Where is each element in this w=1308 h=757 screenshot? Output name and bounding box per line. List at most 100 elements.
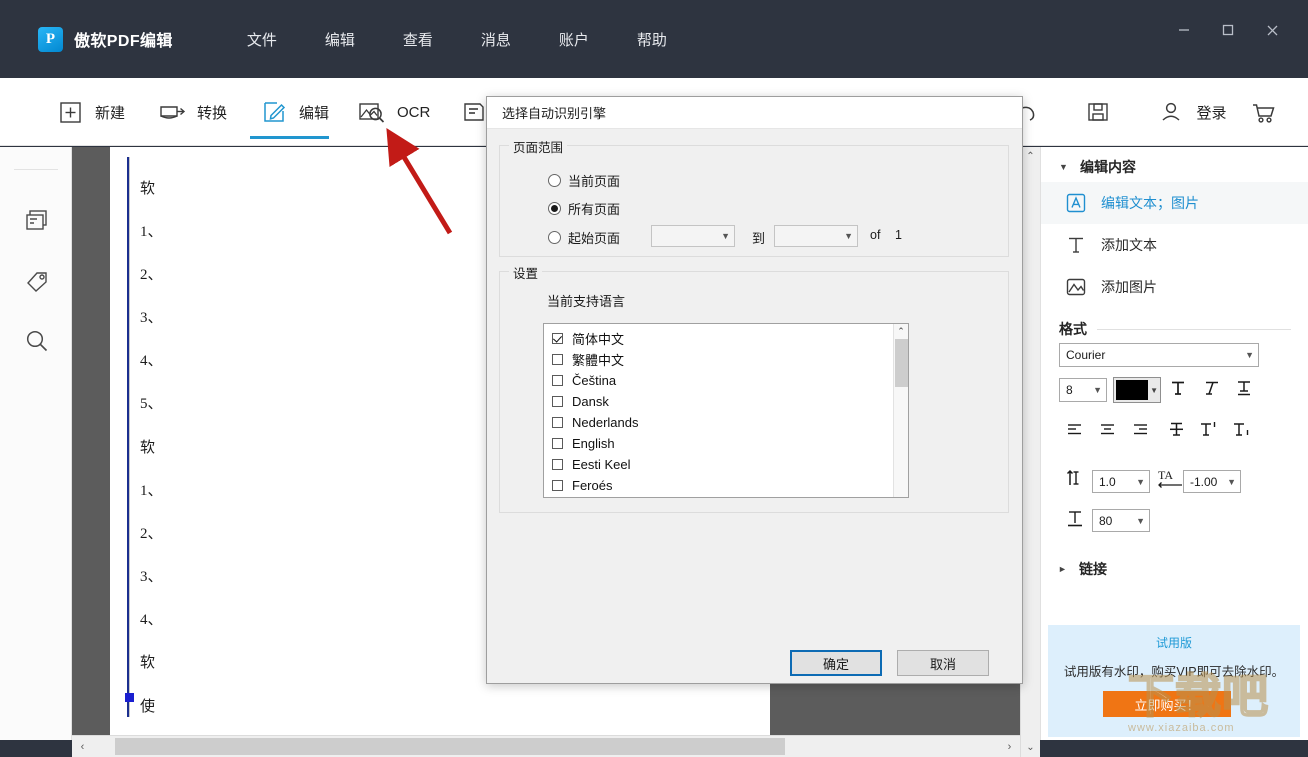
horizontal-scrollbar[interactable]: ‹ › <box>72 735 1020 757</box>
radio-label-page-range: 起始页面 <box>568 228 620 247</box>
vertical-scrollbar[interactable]: ⌃ ⌄ <box>1020 147 1040 757</box>
strikethrough-button[interactable] <box>1161 417 1191 445</box>
radio-all-pages[interactable]: 所有页面 <box>548 199 620 218</box>
window-controls <box>1162 0 1308 60</box>
italic-icon <box>1202 379 1220 402</box>
language-row[interactable]: Dansk <box>544 391 908 412</box>
subscript-button[interactable] <box>1227 417 1257 445</box>
panel-item-add-text[interactable]: 添加文本 <box>1041 224 1308 266</box>
of-label: of <box>870 228 880 242</box>
trial-badge: 试用版 <box>1048 634 1300 651</box>
checkbox-icon[interactable] <box>552 375 563 386</box>
font-color-picker[interactable]: ▼ <box>1113 377 1161 403</box>
toolbar-label-edit: 编辑 <box>299 102 329 123</box>
page-from-select[interactable]: ▼ <box>651 225 735 247</box>
chevron-right-icon[interactable]: ► <box>1058 564 1070 574</box>
horizontal-scroll-track[interactable] <box>93 736 999 757</box>
toolbar-button-cart[interactable] <box>1241 78 1285 146</box>
toolbar-button-save[interactable] <box>1076 78 1120 146</box>
menu-item-view[interactable]: 查看 <box>379 23 457 56</box>
horizontal-scale-value: 80 <box>1099 514 1112 528</box>
radio-page-range[interactable]: 起始页面 <box>548 228 620 247</box>
panel-item-edit-text-image[interactable]: 编辑文本；图片 <box>1041 182 1308 224</box>
chevron-down-icon[interactable]: ▼ <box>1148 386 1160 395</box>
minimize-button[interactable] <box>1162 11 1206 49</box>
checkbox-icon[interactable] <box>552 459 563 470</box>
convert-icon <box>156 96 188 128</box>
menu-item-message[interactable]: 消息 <box>457 23 535 56</box>
char-spacing-select[interactable]: -1.00 ▼ <box>1183 470 1241 493</box>
language-row[interactable]: Nederlands <box>544 412 908 433</box>
checkbox-icon[interactable] <box>552 417 563 428</box>
horizontal-scale-select[interactable]: 80 ▼ <box>1092 509 1150 532</box>
horizontal-scroll-thumb[interactable] <box>115 738 785 755</box>
toolbar-button-login[interactable]: 登录 <box>1146 78 1236 146</box>
edit-content-section-header[interactable]: ▼ 编辑内容 <box>1041 152 1308 182</box>
italic-button[interactable] <box>1196 377 1226 404</box>
radio-button-icon[interactable] <box>548 174 561 187</box>
dialog-ok-button[interactable]: 确定 <box>790 650 882 676</box>
language-list-scrollbar[interactable]: ⌃ <box>893 324 908 497</box>
radio-current-page[interactable]: 当前页面 <box>548 171 620 190</box>
language-row[interactable]: Čeština <box>544 370 908 391</box>
scroll-left-button[interactable]: ‹ <box>72 736 93 757</box>
language-row[interactable]: 繁體中文 <box>544 349 908 370</box>
sidebar-button-thumbnails[interactable] <box>19 205 55 241</box>
dialog-cancel-button[interactable]: 取消 <box>897 650 989 676</box>
align-right-button[interactable] <box>1125 417 1155 445</box>
text-selection-handle[interactable] <box>125 693 134 702</box>
page-range-group-label: 页面范围 <box>509 137 567 156</box>
menu-item-account[interactable]: 账户 <box>535 23 613 56</box>
close-button[interactable] <box>1250 11 1294 49</box>
scroll-up-button[interactable]: ⌃ <box>894 324 908 338</box>
menu-item-help[interactable]: 帮助 <box>613 23 691 56</box>
align-left-icon <box>1065 420 1084 443</box>
strikethrough-icon <box>1167 420 1186 443</box>
align-left-button[interactable] <box>1059 417 1089 445</box>
language-name: 繁體中文 <box>572 350 624 369</box>
ocr-engine-dialog[interactable]: 选择自动识别引擎 页面范围 当前页面 所有页面 起始页面 ▼ 到 ▼ of 1 … <box>486 96 1023 684</box>
scroll-right-button[interactable]: › <box>999 736 1020 757</box>
edit-text-image-icon <box>1063 190 1089 216</box>
language-name: Eesti Keel <box>572 457 631 472</box>
page-to-select[interactable]: ▼ <box>774 225 858 247</box>
font-family-select[interactable]: Courier ▼ <box>1059 343 1259 367</box>
save-icon <box>1082 96 1114 128</box>
link-section-header[interactable]: ► 链接 <box>1040 559 1308 579</box>
checkbox-icon[interactable] <box>552 438 563 449</box>
sidebar-button-bookmarks[interactable] <box>19 265 55 301</box>
scroll-down-button[interactable]: ⌄ <box>1021 738 1040 757</box>
sidebar-button-search[interactable] <box>19 325 55 361</box>
language-list[interactable]: 简体中文 繁體中文 Čeština Dansk Nederlands Engli… <box>543 323 909 498</box>
underline-button[interactable] <box>1229 377 1259 404</box>
font-size-select[interactable]: 8 ▼ <box>1059 378 1107 402</box>
language-row[interactable]: English <box>544 433 908 454</box>
checkbox-icon[interactable] <box>552 480 563 491</box>
checkbox-icon[interactable] <box>552 396 563 407</box>
scroll-thumb[interactable] <box>895 339 908 387</box>
panel-item-add-image[interactable]: 添加图片 <box>1041 266 1308 308</box>
language-row[interactable]: 简体中文 <box>544 328 908 349</box>
language-row[interactable]: Eesti Keel <box>544 454 908 475</box>
radio-button-icon[interactable] <box>548 231 561 244</box>
radio-label-all-pages: 所有页面 <box>568 199 620 218</box>
align-center-button[interactable] <box>1092 417 1122 445</box>
toolbar-button-ocr[interactable]: OCR <box>348 78 438 146</box>
menu-item-edit[interactable]: 编辑 <box>301 23 379 56</box>
toolbar-button-new[interactable]: 新建 <box>46 78 133 146</box>
checkbox-icon[interactable] <box>552 354 563 365</box>
menu-item-file[interactable]: 文件 <box>223 23 301 56</box>
checkbox-icon[interactable] <box>552 333 563 344</box>
bold-button[interactable] <box>1163 377 1193 404</box>
line-spacing-select[interactable]: 1.0 ▼ <box>1092 470 1150 493</box>
chevron-down-icon[interactable]: ▼ <box>1059 162 1071 172</box>
maximize-button[interactable] <box>1206 11 1250 49</box>
radio-button-icon[interactable] <box>548 202 561 215</box>
superscript-button[interactable] <box>1194 417 1224 445</box>
toolbar-button-convert[interactable]: 转换 <box>148 78 235 146</box>
buy-now-button[interactable]: 立即购买！ <box>1103 691 1231 717</box>
text-edit-box[interactable] <box>127 157 132 717</box>
language-row[interactable]: Feroés <box>544 475 908 496</box>
scroll-up-button[interactable]: ⌃ <box>1021 147 1040 166</box>
doc-line: 1、 <box>140 220 163 241</box>
